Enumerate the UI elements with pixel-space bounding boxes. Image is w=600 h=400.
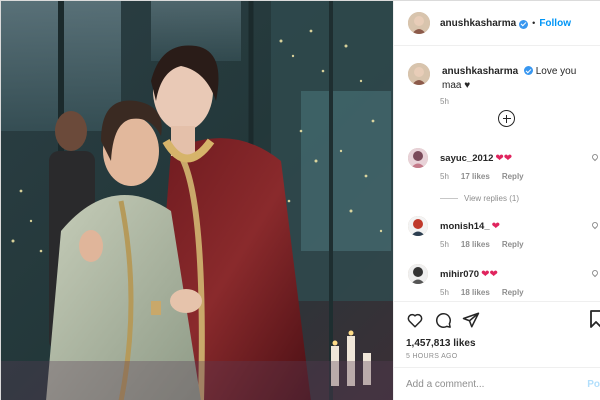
separator-dot: • bbox=[532, 18, 536, 28]
commenter-avatar[interactable] bbox=[408, 216, 428, 236]
photo-illustration bbox=[1, 1, 393, 400]
like-heart-icon[interactable] bbox=[406, 311, 424, 329]
caption-username[interactable]: anushkasharma bbox=[442, 66, 518, 77]
share-send-icon[interactable] bbox=[462, 311, 480, 329]
comment-meta: 5h 18 likes Reply bbox=[440, 288, 598, 297]
comment-hearts: ❤❤ bbox=[481, 268, 498, 280]
comment-time: 5h bbox=[440, 288, 449, 297]
save-bookmark-icon[interactable] bbox=[590, 310, 600, 328]
comment-item: mihir070 ❤❤ 5h 18 likes Reply bbox=[408, 264, 600, 297]
verified-badge-icon bbox=[519, 19, 529, 29]
comment-bubble-icon[interactable] bbox=[434, 311, 452, 329]
comment-time: 5h bbox=[440, 172, 449, 181]
commenter-username[interactable]: monish14_ bbox=[440, 221, 490, 232]
instagram-post-window: anushkasharma • Follow anushkasharma Lov… bbox=[0, 0, 600, 400]
comment-hearts: ❤ bbox=[491, 220, 501, 232]
view-replies-label: View replies (1) bbox=[464, 194, 519, 203]
comment-item: sayuc_2012 ❤❤ 5h 17 likes Reply bbox=[408, 148, 600, 181]
follow-button[interactable]: Follow bbox=[539, 18, 571, 29]
load-more-comments-icon[interactable] bbox=[498, 110, 515, 127]
view-replies-line bbox=[440, 198, 458, 199]
comment-meta: 5h 17 likes Reply bbox=[440, 172, 598, 181]
commenter-username[interactable]: sayuc_2012 bbox=[440, 153, 493, 164]
comment-likes[interactable]: 17 likes bbox=[461, 172, 490, 181]
comment-item: monish14_ ❤ 5h 18 likes Reply bbox=[408, 216, 600, 249]
commenter-avatar[interactable] bbox=[408, 148, 428, 168]
add-comment-bar: Po bbox=[394, 367, 600, 400]
reply-button[interactable]: Reply bbox=[502, 240, 524, 249]
commenter-username[interactable]: mihir070 bbox=[440, 269, 479, 280]
caption-avatar[interactable] bbox=[408, 63, 430, 85]
caption-verified-badge-icon bbox=[523, 66, 533, 75]
caption-heart-emoji: ♥ bbox=[464, 80, 471, 91]
post-actions: 1,457,813 likes 5 HOURS AGO bbox=[394, 301, 600, 360]
likes-count[interactable]: 1,457,813 likes bbox=[406, 338, 590, 349]
post-time-ago: 5 HOURS AGO bbox=[406, 353, 458, 360]
comment-likes[interactable]: 18 likes bbox=[461, 240, 490, 249]
view-replies-button[interactable]: View replies (1) bbox=[440, 194, 519, 203]
post-comment-button[interactable]: Po bbox=[587, 379, 600, 390]
post-header: anushkasharma • Follow bbox=[394, 1, 600, 46]
author-username[interactable]: anushkasharma bbox=[440, 18, 516, 29]
reply-button[interactable]: Reply bbox=[502, 172, 524, 181]
add-comment-input[interactable] bbox=[406, 379, 576, 390]
post-photo[interactable] bbox=[1, 1, 393, 400]
action-icons bbox=[406, 310, 590, 330]
comment-meta: 5h 18 likes Reply bbox=[440, 240, 598, 249]
author-avatar[interactable] bbox=[408, 12, 430, 34]
post-side-panel: anushkasharma • Follow anushkasharma Lov… bbox=[393, 1, 600, 400]
commenter-avatar[interactable] bbox=[408, 264, 428, 284]
post-caption: anushkasharma Love you maa ♥ 5h bbox=[408, 63, 598, 106]
comment-time: 5h bbox=[440, 240, 449, 249]
reply-button[interactable]: Reply bbox=[502, 288, 524, 297]
comment-likes[interactable]: 18 likes bbox=[461, 288, 490, 297]
caption-time: 5h bbox=[440, 97, 449, 106]
caption-text: anushkasharma Love you maa ♥ bbox=[442, 65, 598, 93]
comment-hearts: ❤❤ bbox=[495, 152, 513, 164]
